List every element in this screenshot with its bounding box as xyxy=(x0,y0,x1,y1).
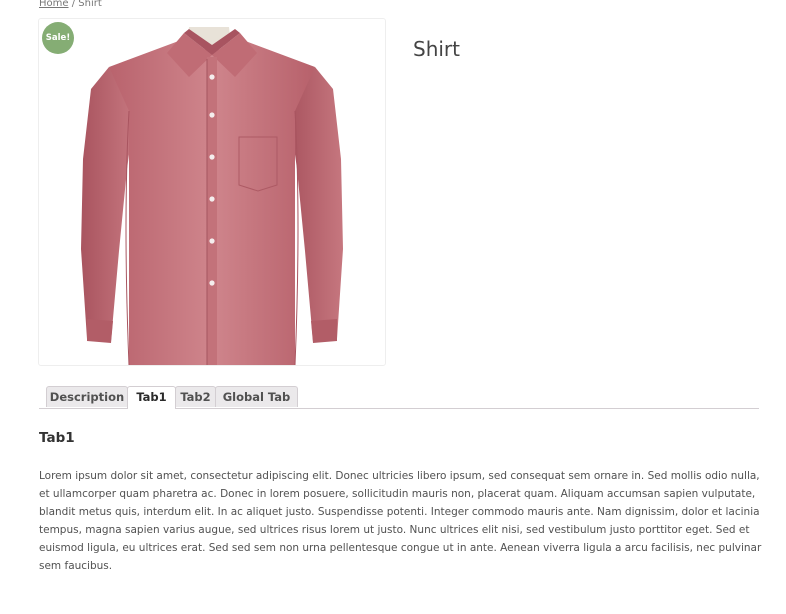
product-title: Shirt xyxy=(413,37,460,61)
breadcrumb-current: Shirt xyxy=(78,0,102,9)
shirt-image xyxy=(81,27,343,365)
tab-global-tab[interactable]: Global Tab xyxy=(215,386,298,407)
product-image[interactable] xyxy=(38,18,386,366)
sale-badge: Sale! xyxy=(42,22,74,54)
product-tabs: Description Tab1 Tab2 Global Tab xyxy=(39,386,759,409)
tab-description[interactable]: Description xyxy=(46,386,128,407)
breadcrumb-separator: / xyxy=(68,0,79,9)
breadcrumb-home-link[interactable]: Home xyxy=(39,0,69,9)
tab-panel-body: Lorem ipsum dolor sit amet, consectetur … xyxy=(39,470,762,572)
breadcrumb: Home / Shirt xyxy=(39,0,102,11)
tab-tab1[interactable]: Tab1 xyxy=(127,386,176,409)
tab-tab2[interactable]: Tab2 xyxy=(175,386,216,407)
product-page: Home / Shirt Sale! Shirt Description Tab… xyxy=(0,0,786,614)
tab-panel-heading: Tab1 xyxy=(39,430,75,446)
